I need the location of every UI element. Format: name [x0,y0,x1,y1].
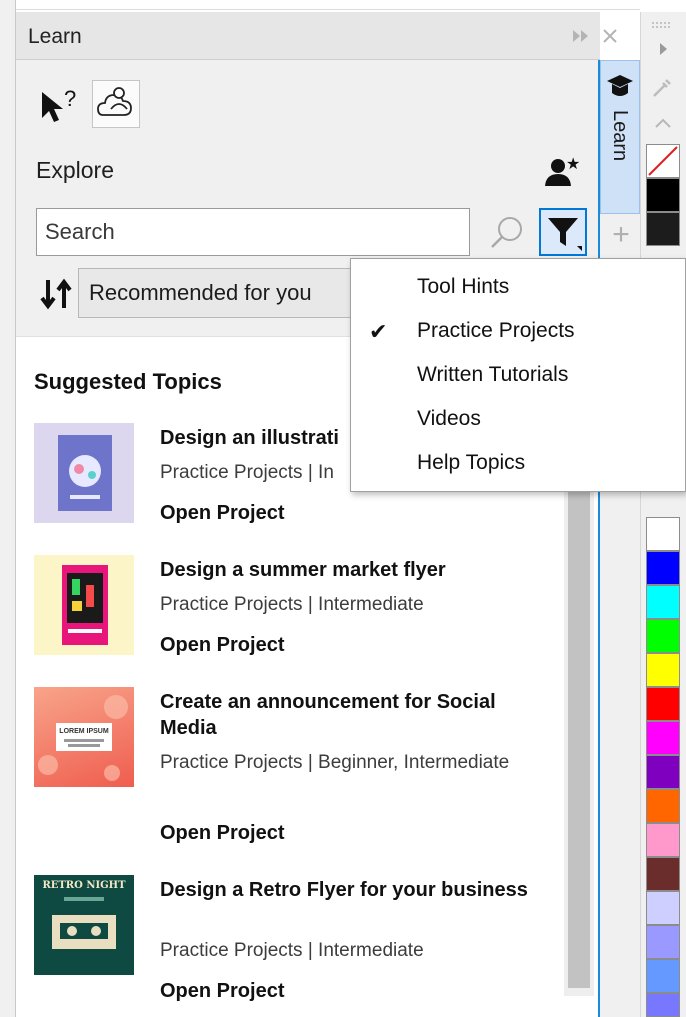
menu-item-practice-projects[interactable]: ✔ Practice Projects [351,311,686,355]
color-swatch[interactable] [646,212,680,246]
menu-item-label: Help Topics [417,451,526,474]
open-project-link[interactable]: Open Project [160,822,284,845]
color-swatch[interactable] [646,891,680,925]
palette-scroll-up-icon[interactable] [650,110,676,136]
svg-text:★: ★ [566,154,580,173]
card-thumbnail[interactable] [34,423,134,523]
color-swatch[interactable] [646,755,680,789]
menu-item-tool-hints[interactable]: Tool Hints [351,267,686,311]
open-project-link[interactable]: Open Project [160,502,284,525]
svg-text:?: ? [64,86,76,111]
filter-menu: Tool Hints ✔ Practice Projects Written T… [350,258,686,492]
color-swatch[interactable] [646,585,680,619]
card-meta: Practice Projects | Intermediate [160,940,424,961]
menu-item-written-tutorials[interactable]: Written Tutorials [351,355,686,399]
color-swatch[interactable] [646,959,680,993]
scrollbar-thumb[interactable] [568,440,590,988]
tab-learn-label: Learn [609,110,631,162]
search-icon[interactable] [486,212,528,254]
left-window-edge [0,0,16,1017]
color-swatch[interactable] [646,993,680,1017]
collapse-docker-icon[interactable] [569,22,593,50]
filter-button[interactable] [539,208,587,256]
menu-item-label: Practice Projects [417,319,575,342]
menu-item-label: Tool Hints [417,275,510,298]
card-thumbnail[interactable] [34,555,134,655]
cloud-account-button[interactable] [92,80,140,128]
card-thumbnail[interactable]: RETRO NIGHT [34,875,134,975]
color-swatch[interactable] [646,619,680,653]
thumb-banner-text: RETRO NIGHT [42,880,126,891]
color-swatch[interactable] [646,551,680,585]
card-title[interactable]: Design a summer market flyer [160,557,540,583]
add-docker-button[interactable]: + [606,220,636,250]
menu-item-label: Written Tutorials [417,363,569,386]
graduation-cap-icon [605,71,635,101]
no-color-swatch[interactable] [646,144,680,178]
search-input[interactable] [36,208,470,256]
cursor-help-icon[interactable]: ? [38,84,80,126]
card-title[interactable]: Create an announcement for Social Media [160,689,540,741]
docker-titlebar: Learn [16,12,617,60]
sort-order-icon[interactable] [38,274,78,314]
suggested-topics-heading: Suggested Topics [34,369,222,394]
color-swatch[interactable] [646,687,680,721]
color-swatch[interactable] [646,517,680,551]
color-swatch[interactable] [646,925,680,959]
close-docker-icon[interactable] [598,22,622,50]
docker-title: Learn [28,25,82,48]
card-title[interactable]: Design a Retro Flyer for your business [160,877,540,903]
explore-label: Explore [36,157,114,183]
open-project-link[interactable]: Open Project [160,634,284,657]
checkmark-icon: ✔ [369,319,388,344]
card-thumbnail[interactable]: LOREM IPSUM [34,687,134,787]
menu-item-videos[interactable]: Videos [351,399,686,443]
color-swatch[interactable] [646,178,680,212]
card-meta: Practice Projects | Intermediate [160,594,424,615]
filter-funnel-icon [548,218,582,251]
open-project-link[interactable]: Open Project [160,980,284,1003]
color-swatch[interactable] [646,789,680,823]
color-swatch[interactable] [646,823,680,857]
color-swatch[interactable] [646,857,680,891]
top-window-edge [16,0,640,10]
person-star-icon[interactable]: ★ [544,154,580,188]
menu-item-label: Videos [417,407,481,430]
card-meta: Practice Projects | Beginner, Intermedia… [160,752,510,773]
thumb-banner-text: LOREM IPSUM [59,728,109,735]
color-swatch[interactable] [646,653,680,687]
palette-scroll-right-icon[interactable] [650,36,676,62]
color-swatch[interactable] [646,721,680,755]
menu-item-help-topics[interactable]: Help Topics [351,443,686,487]
sort-dropdown[interactable]: Recommended for you [78,268,368,318]
eyedropper-icon[interactable] [650,74,676,100]
